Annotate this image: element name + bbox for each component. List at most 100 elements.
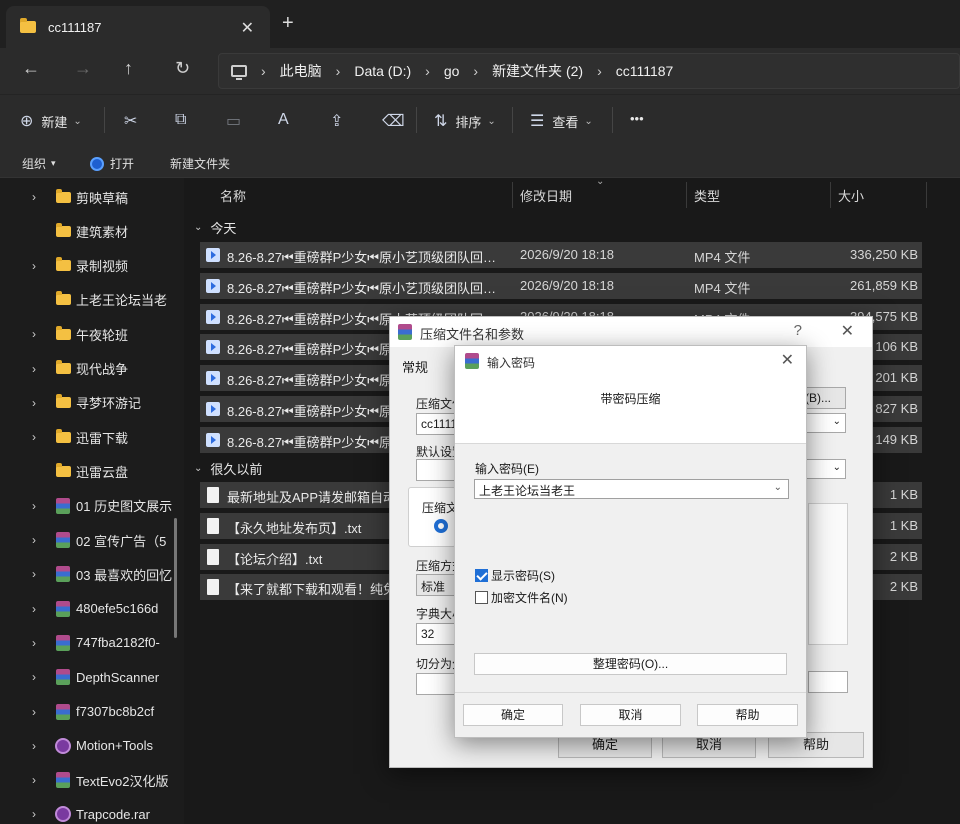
sidebar-item[interactable]: › 现代战争	[0, 352, 180, 386]
address-bar[interactable]: › 此电脑 › Data (D:) › go › 新建文件夹 (2) › cc1…	[218, 53, 960, 89]
sidebar-item[interactable]: › 02 宣传广告（5	[0, 523, 180, 557]
ok-button[interactable]: 确定	[463, 704, 563, 726]
sidebar-item[interactable]: › f7307bc8b2cf	[0, 695, 180, 729]
close-icon[interactable]: ✕	[781, 350, 794, 370]
sidebar-item[interactable]: › Motion+Tools	[0, 729, 180, 763]
sidebar-item[interactable]: › 录制视频	[0, 249, 180, 283]
sidebar-item[interactable]: 上老王论坛当老	[0, 283, 180, 317]
column-header-size[interactable]: 大小	[838, 186, 864, 205]
sidebar-item[interactable]: › 747fba2182f0-	[0, 626, 180, 660]
chevron-down-icon[interactable]: ⌄	[774, 482, 782, 493]
new-button[interactable]: ⊕ 新建 ⌄	[20, 111, 82, 131]
expand-chevron-icon[interactable]: ›	[32, 807, 36, 821]
help-icon[interactable]: ?	[794, 322, 802, 339]
expand-chevron-icon[interactable]: ›	[32, 430, 36, 444]
folder-icon	[56, 394, 71, 409]
sort-button[interactable]: ⇅ 排序 ⌄	[434, 111, 496, 131]
expand-chevron-icon[interactable]: ›	[32, 327, 36, 341]
group-long-ago[interactable]: ⌄ 很久以前	[194, 459, 262, 478]
breadcrumb-new-folder[interactable]: 新建文件夹 (2)	[492, 61, 583, 81]
sidebar-item[interactable]: › 剪映草稿	[0, 180, 180, 214]
sidebar-item[interactable]: › 迅雷下载	[0, 420, 180, 454]
parameters-field[interactable]	[808, 671, 848, 693]
file-size: 1 KB	[889, 487, 918, 502]
archive-icon	[56, 497, 70, 514]
navigation-bar: ← → ↑ ↻ › 此电脑 › Data (D:) › go › 新建文件夹 (…	[0, 48, 960, 94]
expand-chevron-icon[interactable]: ›	[32, 190, 36, 204]
breadcrumb-separator: ›	[261, 63, 266, 79]
password-input[interactable]: 上老王论坛当老王 ⌄	[474, 479, 789, 499]
cancel-button[interactable]: 取消	[580, 704, 681, 726]
expand-chevron-icon[interactable]: ›	[32, 567, 36, 581]
sidebar-item[interactable]: › Trapcode.rar	[0, 797, 180, 824]
sidebar-item[interactable]: › DepthScanner	[0, 660, 180, 694]
paste-button[interactable]: ▭	[226, 111, 249, 131]
encrypt-filenames-checkbox[interactable]: 加密文件名(N)	[475, 589, 568, 606]
new-folder-button[interactable]: 新建文件夹	[170, 155, 230, 172]
expand-chevron-icon[interactable]: ›	[32, 499, 36, 513]
folder-tab[interactable]: cc111187 ✕	[6, 6, 270, 48]
sidebar-scrollbar[interactable]	[174, 518, 177, 638]
dict-size-select[interactable]: 32	[416, 623, 456, 645]
list-view-icon: ☰	[530, 113, 545, 130]
expand-chevron-icon[interactable]: ›	[32, 670, 36, 684]
expand-chevron-icon[interactable]: ›	[32, 533, 36, 547]
breadcrumb-this-pc[interactable]: 此电脑	[280, 61, 322, 81]
close-tab-icon[interactable]: ✕	[241, 18, 254, 38]
copy-button[interactable]: ⧉	[175, 111, 194, 129]
close-icon[interactable]: ✕	[841, 321, 854, 341]
sidebar-item[interactable]: › 午夜轮班	[0, 317, 180, 351]
view-button[interactable]: ☰ 查看 ⌄	[530, 111, 593, 131]
sidebar-item-label: 747fba2182f0-	[76, 635, 160, 651]
split-volume-field[interactable]	[416, 673, 456, 695]
expand-chevron-icon[interactable]: ›	[32, 259, 36, 273]
back-button[interactable]: ←	[22, 58, 40, 79]
text-file-icon	[207, 487, 219, 503]
share-button[interactable]: ⇪	[330, 111, 351, 131]
organize-menu[interactable]: 组织 ▾	[22, 155, 56, 172]
column-header-date[interactable]: 修改日期	[520, 186, 572, 205]
sidebar-item[interactable]: 迅雷云盘	[0, 454, 180, 488]
rename-button[interactable]: A	[278, 111, 297, 129]
breadcrumb-go[interactable]: go	[444, 63, 460, 79]
column-header-type[interactable]: 类型	[694, 186, 720, 205]
profile-field[interactable]	[416, 459, 456, 481]
sidebar-item[interactable]: 建筑素材	[0, 214, 180, 248]
expand-chevron-icon[interactable]: ›	[32, 705, 36, 719]
up-button[interactable]: ↑	[124, 58, 133, 79]
cut-button[interactable]: ✂	[124, 111, 145, 131]
file-size: 2 KB	[889, 548, 918, 564]
expand-chevron-icon[interactable]: ›	[32, 602, 36, 616]
refresh-button[interactable]: ↻	[175, 58, 190, 79]
sidebar-item[interactable]: › 480efe5c166d	[0, 592, 180, 626]
sidebar-item[interactable]: › 01 历史图文展示	[0, 489, 180, 523]
expand-chevron-icon[interactable]: ›	[32, 362, 36, 376]
breadcrumb-current[interactable]: cc111187	[616, 63, 674, 79]
file-size: 106 KB	[875, 339, 918, 355]
new-tab-button[interactable]: +	[282, 12, 294, 35]
more-options-button[interactable]: •••	[630, 111, 644, 126]
expand-chevron-icon[interactable]: ›	[32, 636, 36, 650]
group-today[interactable]: ⌄ 今天	[194, 218, 236, 237]
method-select[interactable]: 标准	[416, 574, 456, 596]
column-header-name[interactable]: 名称	[220, 186, 246, 205]
expand-chevron-icon[interactable]: ›	[32, 773, 36, 787]
organize-passwords-button[interactable]: 整理密码(O)...	[474, 653, 787, 675]
format-rar-radio[interactable]	[434, 519, 448, 533]
sidebar-item[interactable]: › TextEvo2汉化版	[0, 763, 180, 797]
file-size: 1 KB	[889, 517, 918, 533]
expand-chevron-icon[interactable]: ›	[32, 396, 36, 410]
sidebar-item[interactable]: › 寻梦环游记	[0, 386, 180, 420]
file-row[interactable]: 8.26-8.27⏮重磅群P少女⏮原小艺顶级团队回… 2026/9/20 18:1…	[200, 272, 922, 299]
expand-chevron-icon[interactable]: ›	[32, 739, 36, 753]
forward-button[interactable]: →	[74, 58, 92, 79]
sidebar-item[interactable]: › 03 最喜欢的回忆	[0, 557, 180, 591]
breadcrumb-drive[interactable]: Data (D:)	[354, 63, 411, 79]
open-button[interactable]: 打开	[90, 155, 134, 172]
tab-general[interactable]: 常规	[402, 357, 428, 376]
sidebar-item-label: 剪映草稿	[76, 190, 129, 206]
help-button[interactable]: 帮助	[697, 704, 798, 726]
delete-button[interactable]: ⌫	[382, 111, 413, 131]
show-password-checkbox[interactable]: 显示密码(S)	[475, 567, 555, 584]
file-row[interactable]: 8.26-8.27⏮重磅群P少女⏮原小艺顶级团队回… 2026/9/20 18:1…	[200, 242, 922, 268]
